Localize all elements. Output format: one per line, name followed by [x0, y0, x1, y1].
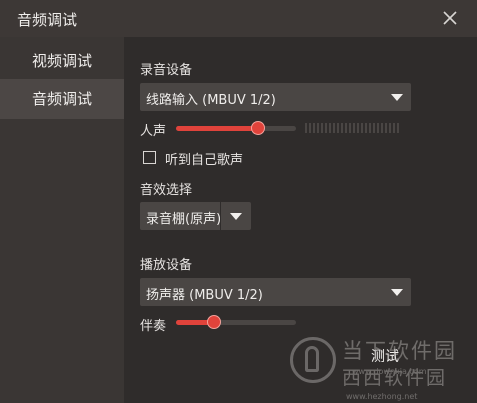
watermark-line4: www.hezhong.net: [346, 392, 418, 401]
sidebar-item-audio-debug[interactable]: 音频调试: [0, 79, 124, 119]
watermark-line3: 西西软件园: [342, 367, 448, 389]
chevron-down-icon: [230, 213, 242, 220]
record-device-select[interactable]: 线路输入 (MBUV 1/2): [140, 83, 411, 111]
watermark-line1: 当下软件园: [342, 339, 457, 363]
playback-device-select[interactable]: 扬声器 (MBUV 1/2): [140, 278, 411, 306]
voice-volume-fill: [176, 126, 258, 131]
playback-device-label: 播放设备: [140, 258, 193, 273]
window-title: 音频调试: [17, 11, 78, 29]
sidebar: 视频调试 音频调试: [0, 37, 124, 403]
voice-label: 人声: [140, 124, 167, 139]
chevron-down-icon: [391, 94, 403, 101]
voice-level-meter: [305, 123, 401, 133]
effect-select[interactable]: 录音棚(原声): [140, 202, 251, 230]
accompany-volume-slider[interactable]: [176, 315, 296, 329]
sidebar-item-video-debug[interactable]: 视频调试: [0, 41, 124, 81]
accompany-volume-thumb[interactable]: [207, 315, 222, 329]
hear-myself-checkbox[interactable]: [143, 151, 156, 164]
effect-value: 录音棚(原声): [146, 212, 222, 227]
hear-myself-label: 听到自己歌声: [165, 153, 244, 168]
effect-label: 音效选择: [140, 183, 193, 198]
playback-device-value: 扬声器 (MBUV 1/2): [146, 288, 263, 303]
title-bar: 音频调试: [0, 0, 477, 37]
record-device-value: 线路输入 (MBUV 1/2): [146, 93, 276, 108]
chevron-down-icon: [391, 289, 403, 296]
watermark: 当下软件园 www.downxia.com 西西软件园 www.hezhong.…: [290, 333, 475, 401]
watermark-logo-icon: [290, 337, 336, 383]
record-device-label: 录音设备: [140, 63, 193, 78]
accompany-label: 伴奏: [140, 319, 167, 334]
close-icon[interactable]: [441, 9, 459, 27]
voice-volume-thumb[interactable]: [250, 121, 265, 135]
voice-volume-slider[interactable]: [176, 121, 296, 135]
